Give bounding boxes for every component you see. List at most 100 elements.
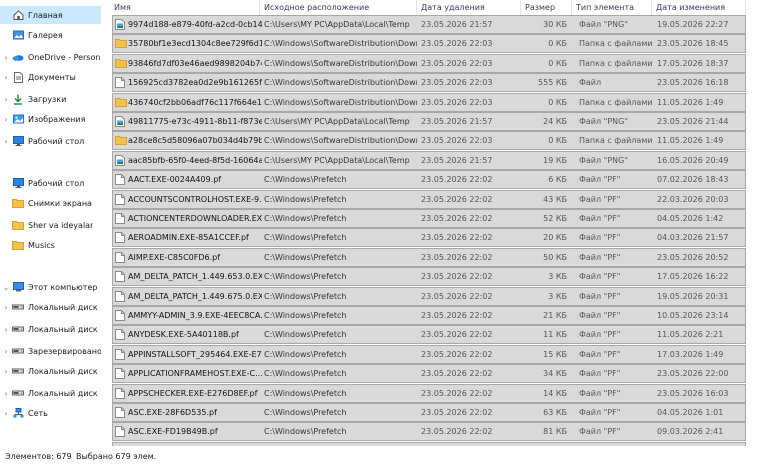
cell-path: C:\Users\MY PC\AppData\Local\Temp [264, 155, 410, 165]
table-row[interactable]: AACT.EXE-0024A409.pf C:\Windows\Prefetch 2… [112, 170, 746, 190]
cell-size: 0 КБ [548, 136, 567, 146]
sidebar-item[interactable]: › Локальный диск [0, 320, 101, 338]
table-row[interactable]: 156925cd3782ea0d2e9b161265f863...C:\Wind… [112, 73, 746, 93]
cell-path: C:\Users\MY PC\AppData\Local\Temp [264, 117, 410, 126]
table-row[interactable]: 93846fd7df03e46aed9898204b741ac6C:\Windo… [112, 53, 746, 73]
cell-deleted: 23.05.2026 22:02 [421, 369, 493, 379]
cell-size: 20 КБ [543, 233, 567, 243]
table-row[interactable]: ACCOUNTSCONTROLHOST.EXE-9... C:\Windows\P… [112, 189, 746, 209]
sidebar-item[interactable]: Галерея [0, 26, 101, 44]
table-row[interactable]: ASC.EXE-FD19B49B.pf C:\Windows\Prefetch 23… [112, 422, 746, 442]
table-row[interactable]: APPLICATIONFRAMEHOST.EXE-C... C:\Windows\… [112, 364, 746, 384]
table-row[interactable]: 35780bf1e3ecd1304c8ee729f6d1c4dfC:\Windo… [112, 34, 746, 54]
sidebar-item[interactable]: › Рабочий стол [0, 132, 101, 150]
cell-type: Папка с файлами [579, 136, 653, 146]
sidebar-item[interactable]: › OneDrive - Persona [0, 48, 101, 66]
expand-chevron-icon[interactable]: › [0, 73, 12, 82]
cell-modified: 23.05.2026 20:52 [657, 252, 729, 262]
table-row[interactable]: ASC.EXE-28F6D535.pf C:\Windows\Prefetch 23… [112, 403, 746, 422]
column-date-modified[interactable]: Дата изменения [652, 0, 746, 15]
cell-deleted: 23.05.2026 22:02 [421, 388, 493, 398]
table-row[interactable]: 49811775-e73c-4911-8b11-f873ea7...C:\Use… [112, 112, 746, 131]
table-row[interactable]: AEROADMIN.EXE-85A1CCEF.pf C:\Windows\Pref… [112, 228, 746, 248]
sidebar-item[interactable]: › Локальный диск [0, 298, 101, 316]
cell-type: Файл "PF" [579, 194, 621, 204]
sidebar-item[interactable]: Musics [0, 236, 101, 254]
expand-chevron-icon[interactable]: › [0, 95, 12, 104]
expand-chevron-icon[interactable]: › [0, 347, 12, 356]
cell-modified: 09.03.2026 2:41 [657, 427, 724, 437]
file-icon [115, 329, 125, 341]
scrollbar-track[interactable] [755, 0, 768, 446]
expand-chevron-icon[interactable]: › [0, 325, 12, 334]
cell-type: Файл [579, 78, 602, 88]
sidebar-item[interactable]: › Загрузки [0, 90, 101, 108]
cell-size: 0 КБ [548, 97, 567, 107]
column-date-deleted[interactable]: Дата удаления [417, 0, 521, 15]
table-row[interactable]: APPINSTALLSOFT_295464.EXE-E74... C:\Windo… [112, 344, 746, 364]
expand-chevron-icon[interactable]: › [0, 115, 12, 124]
table-row[interactable]: a28ce8c5d58096a07b034d4b79b12a...C:\Wind… [112, 131, 746, 151]
expand-chevron-icon[interactable]: › [0, 53, 12, 62]
cell-size: 52 КБ [543, 214, 567, 223]
cell-name: AM_DELTA_PATCH_1.449.675.0.EX-... [128, 291, 262, 301]
expand-chevron-icon[interactable]: › [0, 303, 12, 312]
column-name-label: Имя [114, 3, 131, 12]
cell-name: ASC.EXE-FD19B49B.pf [128, 427, 218, 437]
cell-name: 93846fd7df03e46aed9898204b741ac6 [128, 58, 262, 68]
table-row[interactable]: AMMYY-ADMIN_3.9.EXE-4EEC8CA... C:\Windows… [112, 306, 746, 325]
sidebar-item-label: Рабочий стол [28, 136, 85, 146]
cell-deleted: 23.05.2026 22:02 [421, 233, 493, 243]
table-row[interactable]: ANYDESK.EXE-5A40118B.pf C:\Windows\Prefet… [112, 325, 746, 345]
column-header: Имя ^ Исходное расположение Дата удалени… [110, 0, 750, 15]
sidebar-item[interactable]: › Локальный диск [0, 384, 101, 402]
cell-deleted: 23.05.2026 22:02 [421, 194, 493, 204]
sidebar-item-label: Этот компьютер [28, 282, 98, 292]
sidebar-item[interactable]: › Локальный диск [0, 362, 101, 380]
cell-modified: 04.05.2026 1:01 [657, 408, 724, 417]
sidebar-item[interactable]: ⌄ Этот компьютер [0, 278, 101, 296]
sidebar-item[interactable]: Рабочий стол [0, 174, 101, 192]
file-icon [115, 271, 125, 283]
cell-modified: 11.05.2026 2:21 [657, 330, 724, 340]
expand-chevron-icon[interactable]: › [0, 389, 12, 398]
expand-chevron-icon[interactable]: › [0, 409, 12, 418]
table-row[interactable]: AIMP.EXE-C85C0FD6.pf C:\Windows\Prefetch 2… [112, 247, 746, 267]
column-item-type[interactable]: Тип элемента [572, 0, 652, 15]
table-row[interactable]: AM_DELTA_PATCH_1.449.675.0.EX-... C:\Wind… [112, 286, 746, 306]
table-row[interactable]: ASCDOWNLOAD.EXE-4EA9400D.pfC:\Windows\Pr… [112, 441, 746, 446]
cell-type: Папка с файлами [579, 97, 653, 107]
file-icon [115, 426, 125, 438]
cell-type: Файл "PF" [579, 252, 621, 262]
sidebar-item[interactable]: › Сеть [0, 404, 101, 422]
table-row[interactable]: 9974d188-e879-40fd-a2cd-0cb141f...C:\Use… [112, 15, 746, 34]
cell-modified: 07.02.2026 18:43 [657, 175, 729, 185]
table-row[interactable]: APPSCHECKER.EXE-E276D8EF.pf C:\Windows\Pr… [112, 383, 746, 403]
table-row[interactable]: ACTIONCENTERDOWNLOADER.EX... C:\Windows\P… [112, 209, 746, 228]
expand-chevron-icon[interactable]: › [0, 367, 12, 376]
table-row[interactable]: aac85bfb-65f0-4eed-8f5d-16064a5... C:\Use… [112, 150, 746, 170]
file-icon [115, 348, 125, 360]
sidebar-item-label: Рабочий стол [28, 178, 85, 188]
table-row[interactable]: 436740cf2bb06adf76c117f664e19042C:\Windo… [112, 92, 746, 112]
cell-size: 0 КБ [548, 39, 567, 49]
folder-icon [12, 240, 24, 251]
sort-ascending-icon: ^ [183, 0, 189, 4]
expand-chevron-icon[interactable]: › [0, 137, 12, 146]
sidebar-item[interactable]: › Документы [0, 68, 101, 86]
column-size[interactable]: Размер [521, 0, 572, 15]
image-file-icon [115, 154, 125, 166]
expand-chevron-icon[interactable]: ⌄ [0, 283, 12, 292]
file-icon [115, 174, 125, 186]
sidebar-item-label: Снимки экрана [28, 198, 92, 208]
cell-modified: 19.05.2026 22:27 [657, 20, 729, 29]
sidebar-item[interactable]: › Изображения [0, 110, 101, 128]
column-original-location[interactable]: Исходное расположение [260, 0, 417, 15]
sidebar-item[interactable]: Sher va ideyalar [0, 216, 101, 234]
table-row[interactable]: AM_DELTA_PATCH_1.449.653.0.EX-... C:\Wind… [112, 267, 746, 287]
sidebar-item[interactable]: › Зарезервировано [0, 342, 101, 360]
cell-modified: 17.05.2026 16:22 [657, 272, 729, 282]
sidebar-item[interactable]: Главная [0, 6, 101, 24]
cell-name: a28ce8c5d58096a07b034d4b79b12a... [128, 136, 262, 146]
sidebar-item[interactable]: Снимки экрана [0, 194, 101, 212]
